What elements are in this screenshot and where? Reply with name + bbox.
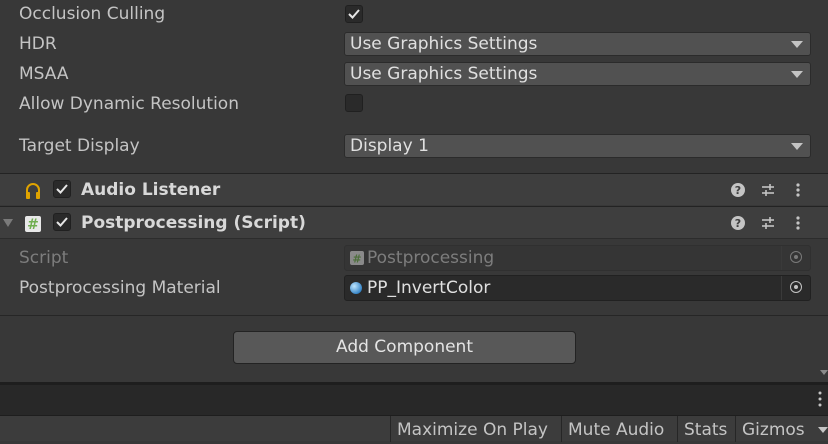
dynamic-resolution-label: Allow Dynamic Resolution	[19, 94, 239, 114]
msaa-value: Use Graphics Settings	[350, 64, 538, 84]
stats-toggle[interactable]: Stats	[677, 416, 733, 442]
occlusion-culling-checkbox[interactable]	[345, 5, 363, 23]
headphones-icon	[26, 183, 40, 199]
divider	[0, 315, 828, 316]
divider	[0, 238, 828, 239]
gizmos-dropdown-icon[interactable]	[818, 426, 828, 434]
occlusion-culling-label: Occlusion Culling	[19, 4, 166, 24]
msaa-dropdown[interactable]: Use Graphics Settings	[344, 62, 811, 86]
script-label: Script	[19, 248, 69, 268]
game-view-tab-strip	[0, 385, 828, 415]
audio-listener-header[interactable]: Audio Listener ?	[0, 173, 828, 205]
checkmark-icon	[56, 184, 68, 194]
maximize-on-play-toggle[interactable]: Maximize On Play	[390, 416, 554, 442]
checkmark-icon	[56, 217, 68, 227]
chevron-down-icon	[791, 143, 803, 150]
object-picker-icon	[781, 246, 810, 270]
help-icon[interactable]: ?	[730, 182, 746, 198]
material-sphere-icon	[350, 282, 362, 294]
audio-listener-enabled-checkbox[interactable]	[53, 180, 71, 198]
help-icon[interactable]: ?	[730, 215, 746, 231]
hdr-dropdown[interactable]: Use Graphics Settings	[344, 32, 811, 56]
svg-text:#: #	[27, 217, 39, 233]
script-hash-icon: #	[350, 251, 364, 265]
chevron-down-icon	[791, 71, 803, 78]
dynamic-resolution-checkbox[interactable]	[345, 94, 363, 112]
target-display-dropdown[interactable]: Display 1	[344, 134, 811, 158]
svg-text:#: #	[352, 253, 361, 266]
hdr-value: Use Graphics Settings	[350, 34, 538, 54]
svg-text:?: ?	[735, 217, 741, 230]
hdr-label: HDR	[19, 34, 57, 54]
target-display-label: Target Display	[19, 136, 140, 156]
presets-icon[interactable]	[760, 182, 776, 198]
more-menu-icon[interactable]	[790, 182, 806, 198]
material-value: PP_InvertColor	[367, 278, 491, 298]
svg-text:?: ?	[735, 184, 741, 197]
scroll-down-arrow-icon[interactable]	[820, 368, 828, 376]
add-component-button[interactable]: Add Component	[233, 331, 576, 364]
gizmos-toggle[interactable]: Gizmos	[735, 416, 811, 442]
postprocessing-material-label: Postprocessing Material	[19, 278, 221, 298]
object-picker-icon[interactable]	[781, 276, 810, 300]
msaa-label: MSAA	[19, 64, 69, 84]
script-object-field: # Postprocessing	[344, 245, 811, 271]
audio-listener-title: Audio Listener	[81, 180, 221, 200]
presets-icon[interactable]	[760, 215, 776, 231]
game-view-toolbar: Maximize On Play Mute Audio Stats Gizmos	[0, 415, 828, 442]
postprocessing-material-field[interactable]: PP_InvertColor	[344, 275, 811, 301]
checkmark-icon	[348, 9, 360, 19]
mute-audio-toggle[interactable]: Mute Audio	[561, 416, 670, 442]
postprocessing-enabled-checkbox[interactable]	[53, 213, 71, 231]
chevron-down-icon	[791, 41, 803, 48]
postprocessing-header[interactable]: # Postprocessing (Script) ?	[0, 206, 828, 238]
foldout-arrow-icon[interactable]	[3, 218, 13, 228]
more-menu-icon[interactable]	[790, 215, 806, 231]
script-value: Postprocessing	[367, 248, 495, 268]
more-menu-icon[interactable]	[817, 390, 823, 408]
script-hash-icon: #	[25, 216, 41, 233]
target-display-value: Display 1	[350, 136, 429, 156]
postprocessing-title: Postprocessing (Script)	[81, 213, 306, 233]
